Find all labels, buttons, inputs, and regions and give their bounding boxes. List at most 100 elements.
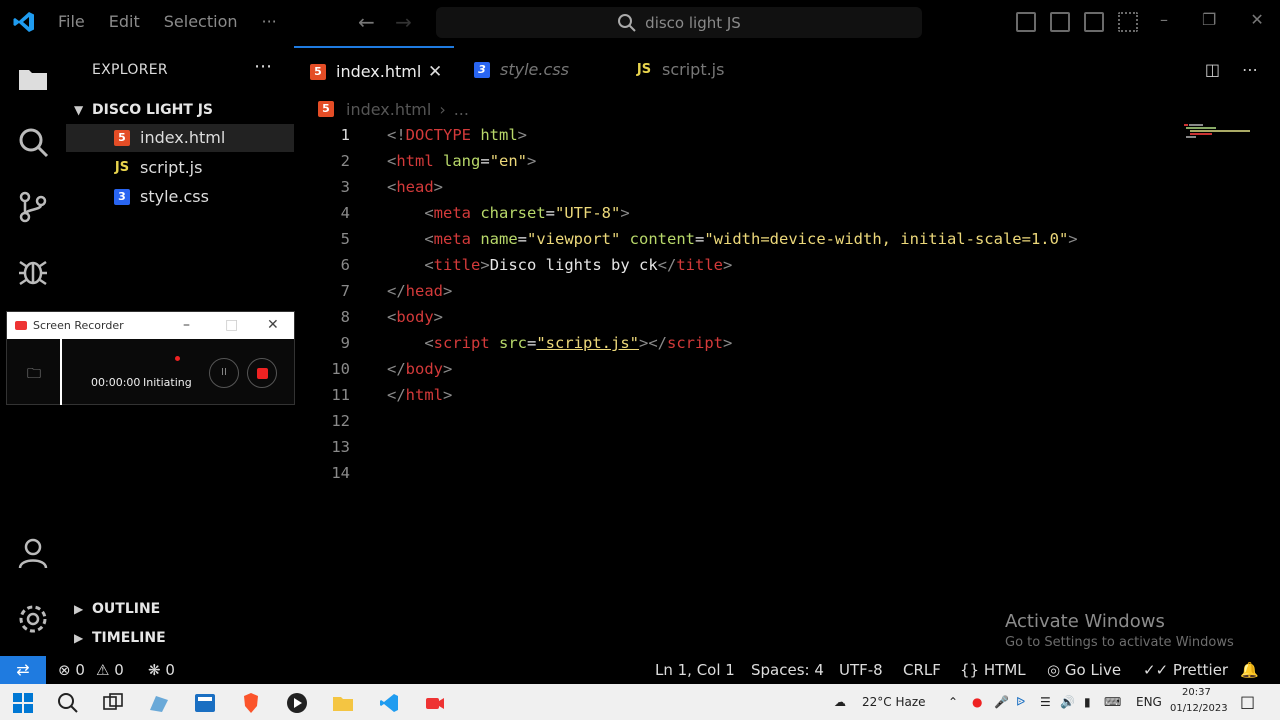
- file-style-css[interactable]: 3 style.css: [66, 183, 294, 211]
- task-view-icon[interactable]: [102, 692, 124, 714]
- cursor-position[interactable]: Ln 1, Col 1: [655, 656, 735, 684]
- search-icon[interactable]: [57, 692, 79, 714]
- line-text: <meta name="viewport" content="width=dev…: [387, 226, 1077, 252]
- token: <: [387, 230, 434, 248]
- token: title: [433, 256, 481, 274]
- accounts-icon[interactable]: [16, 536, 50, 570]
- chevron-up-icon[interactable]: ⌃: [948, 684, 958, 720]
- tab-script-js[interactable]: JS script.js: [620, 46, 770, 94]
- notifications-icon[interactable]: □: [1240, 684, 1255, 720]
- line-number: 8: [340, 308, 350, 326]
- menu-file[interactable]: File: [58, 12, 85, 31]
- menu-more[interactable]: ···: [262, 12, 277, 31]
- code-editor[interactable]: 1 <!DOCTYPE html> 2 <html lang="en"> 3 <hea…: [294, 122, 1280, 656]
- restore-icon[interactable]: ❐: [1202, 10, 1216, 29]
- more-actions-icon[interactable]: ⋯: [1242, 60, 1258, 79]
- token: src: [489, 334, 527, 352]
- token: >: [433, 178, 444, 196]
- source-control-icon[interactable]: [16, 190, 50, 224]
- bluetooth-icon[interactable]: ᐉ: [1016, 684, 1025, 720]
- folder-icon[interactable]: 🗀: [27, 363, 41, 387]
- weather-icon[interactable]: ☁: [834, 684, 846, 720]
- warnings-indicator[interactable]: ⚠ 0: [96, 656, 124, 684]
- screen-recorder-taskbar-icon[interactable]: [424, 692, 446, 714]
- toggle-secondary-sidebar-icon[interactable]: [1084, 12, 1104, 32]
- file-label: script.js: [140, 158, 203, 177]
- nav-arrows: ← →: [358, 10, 412, 34]
- menu-edit[interactable]: Edit: [109, 12, 140, 31]
- breadcrumb: 5 index.html › ...: [318, 98, 469, 120]
- recorder-maximize-icon[interactable]: □: [225, 312, 238, 339]
- file-manager-icon[interactable]: [148, 692, 170, 714]
- folder-disco-light-js[interactable]: ▼ DISCO LIGHT JS: [66, 98, 294, 122]
- customize-layout-icon[interactable]: [1118, 12, 1138, 32]
- weather-label[interactable]: 22°C Haze: [862, 684, 926, 720]
- recorder-close-icon[interactable]: ✕: [267, 312, 279, 339]
- settings-gear-icon[interactable]: [16, 602, 50, 636]
- timeline-section[interactable]: ▶ TIMELINE: [66, 625, 294, 651]
- recorder-pause-button[interactable]: II: [209, 358, 239, 388]
- brave-browser-icon[interactable]: [240, 692, 262, 714]
- token: </: [657, 256, 677, 274]
- tab-style-css[interactable]: 3 style.css: [458, 46, 608, 94]
- indentation[interactable]: Spaces: 4: [751, 656, 824, 684]
- explorer-icon[interactable]: [16, 62, 50, 96]
- ports-indicator[interactable]: ❋ 0: [148, 656, 175, 684]
- prettier-indicator[interactable]: ✓✓ Prettier: [1143, 656, 1228, 684]
- token: >: [433, 308, 444, 326]
- clock-date[interactable]: 01/12/2023: [1170, 703, 1228, 714]
- media-player-icon[interactable]: [286, 692, 308, 714]
- toggle-panel-icon[interactable]: [1050, 12, 1070, 32]
- volume-icon[interactable]: 🔊: [1060, 684, 1075, 720]
- calculator-app-icon[interactable]: [194, 692, 216, 714]
- split-editor-icon[interactable]: ◫: [1205, 60, 1220, 79]
- outline-section[interactable]: ▶ OUTLINE: [66, 596, 294, 622]
- windows-start-icon[interactable]: [12, 692, 34, 714]
- language-mode[interactable]: {} HTML: [960, 656, 1026, 684]
- minimize-icon[interactable]: –: [1160, 10, 1168, 29]
- recording-tray-icon[interactable]: ●: [972, 684, 982, 720]
- back-arrow-icon[interactable]: ←: [358, 10, 375, 34]
- vscode-taskbar-icon[interactable]: [378, 692, 400, 714]
- battery-icon[interactable]: ▮: [1084, 684, 1091, 720]
- tab-index-html[interactable]: 5 index.html ✕: [294, 46, 454, 94]
- toggle-sidebar-icon[interactable]: [1016, 12, 1036, 32]
- file-index-html[interactable]: 5 index.html: [66, 124, 294, 152]
- token: >: [480, 256, 490, 274]
- run-debug-icon[interactable]: [16, 254, 50, 288]
- token: body: [396, 308, 434, 326]
- line-ending[interactable]: CRLF: [903, 656, 941, 684]
- folder-icon[interactable]: [332, 692, 354, 714]
- broadcast-icon: ◎: [1047, 661, 1061, 679]
- bell-icon[interactable]: 🔔: [1240, 656, 1259, 684]
- clock-time[interactable]: 20:37: [1182, 687, 1211, 698]
- encoding[interactable]: UTF-8: [839, 656, 883, 684]
- microphone-icon[interactable]: 🎤: [994, 684, 1009, 720]
- wifi-icon[interactable]: ☰: [1040, 684, 1051, 720]
- token: script: [667, 334, 723, 352]
- keyboard-icon[interactable]: ⌨: [1104, 684, 1121, 720]
- close-icon[interactable]: ✕: [428, 48, 442, 96]
- remote-indicator-icon[interactable]: ⇄: [0, 656, 46, 684]
- code-line: 9 <script src="script.js"></script>: [294, 330, 1280, 356]
- language-indicator[interactable]: ENG: [1136, 684, 1162, 720]
- go-live-button[interactable]: ◎ Go Live: [1047, 656, 1121, 684]
- minimap[interactable]: [1184, 122, 1256, 144]
- command-center-search[interactable]: disco light JS: [436, 7, 922, 38]
- breadcrumb-file[interactable]: index.html: [346, 100, 431, 119]
- more-actions-icon[interactable]: ⋯: [254, 56, 272, 77]
- recorder-stop-button[interactable]: [247, 358, 277, 388]
- recorder-minimize-icon[interactable]: –: [183, 312, 190, 339]
- breadcrumb-rest[interactable]: ...: [454, 100, 469, 119]
- language-label: HTML: [983, 661, 1026, 679]
- forward-arrow-icon[interactable]: →: [395, 10, 412, 34]
- file-script-js[interactable]: JS script.js: [66, 154, 294, 182]
- close-window-icon[interactable]: ✕: [1250, 10, 1263, 29]
- search-view-icon[interactable]: [16, 126, 50, 160]
- token: meta: [433, 204, 471, 222]
- errors-indicator[interactable]: ⊗ 0: [58, 656, 85, 684]
- vscode-logo-icon: [13, 12, 34, 32]
- menu-selection[interactable]: Selection: [164, 12, 238, 31]
- code-line: 14: [294, 460, 1280, 486]
- code-line: 7 </head>: [294, 278, 1280, 304]
